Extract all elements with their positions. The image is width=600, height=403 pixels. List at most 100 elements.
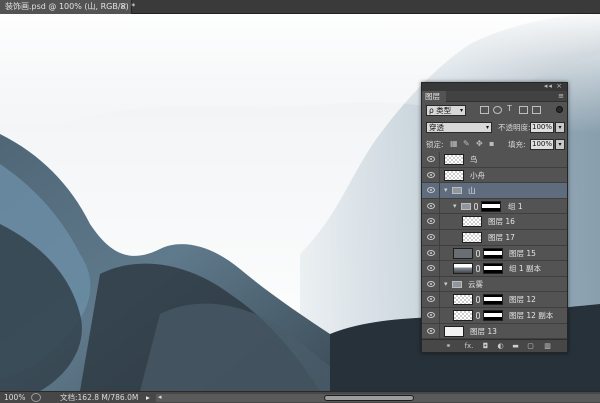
scrollbar-thumb[interactable] (324, 395, 414, 401)
layer-thumbnail[interactable] (453, 309, 473, 321)
adjustment-filter-icon[interactable] (493, 106, 502, 114)
eye-icon[interactable] (427, 249, 435, 256)
visibility-divider (439, 214, 440, 229)
layer-thumbnail[interactable] (453, 247, 473, 259)
status-info-icon[interactable] (31, 393, 41, 402)
lock-all-icon[interactable]: ▪ (489, 140, 497, 148)
layer-filter-row: ρ 类型 ▾ T (422, 102, 567, 119)
lock-paint-icon[interactable]: ✎ (463, 140, 471, 148)
mask-link-icon[interactable] (476, 296, 480, 304)
eye-icon[interactable] (427, 233, 435, 240)
eye-icon[interactable] (427, 311, 435, 318)
expand-toggle-icon[interactable]: ▾ (444, 280, 448, 288)
layer-mask-thumbnail[interactable] (483, 294, 503, 306)
expand-toggle-icon[interactable]: ▾ (444, 186, 448, 194)
opacity-slider-toggle[interactable]: ▾ (555, 122, 565, 133)
layer-mask-thumbnail[interactable] (483, 247, 503, 259)
opacity-input[interactable]: 100% (530, 122, 554, 133)
image-filter-icon[interactable] (480, 106, 489, 114)
document-tab[interactable]: 装饰画.psd @ 100% (山, RGB/8) * × (0, 0, 136, 14)
layer-thumbnail[interactable] (453, 263, 473, 275)
filter-kind-select[interactable]: ρ 类型 ▾ (426, 105, 466, 116)
blend-mode-value: 穿透 (429, 123, 444, 132)
lock-row: 锁定: ▦ ✎ ✥ ▪ 填充: 100% ▾ (422, 136, 567, 153)
status-menu-arrow-icon[interactable]: ▸ (146, 392, 150, 403)
layer-row[interactable]: ▾ 组 1 (422, 198, 567, 215)
opacity-label: 不透明度: (498, 123, 531, 132)
fx-icon[interactable]: fx. (462, 342, 476, 350)
lock-transparent-icon[interactable]: ▦ (450, 140, 458, 148)
folder-icon (452, 187, 462, 195)
visibility-divider (439, 183, 440, 198)
visibility-divider (439, 292, 440, 307)
panel-title-strip[interactable]: ◂◂ × (422, 82, 567, 91)
expand-toggle-icon[interactable]: ▾ (453, 202, 457, 210)
layer-row[interactable]: 图层 16 (422, 214, 567, 230)
layer-row[interactable]: ▾ 云雾 (422, 276, 567, 293)
fill-input[interactable]: 100% (530, 139, 554, 150)
layer-mask-thumbnail[interactable] (483, 309, 503, 321)
eye-icon[interactable] (427, 296, 435, 303)
new-layer-icon[interactable]: ▢ (526, 342, 535, 350)
eye-icon[interactable] (427, 327, 435, 334)
layer-row[interactable]: 组 1 副本 (422, 261, 567, 277)
eye-icon[interactable] (427, 265, 435, 272)
layer-name: 图层 17 (488, 232, 515, 242)
layer-thumbnail[interactable] (453, 294, 473, 306)
layer-row[interactable]: 图层 17 (422, 229, 567, 246)
panel-menu-icon[interactable]: ≡ (558, 91, 564, 102)
layer-row[interactable]: 图层 12 (422, 292, 567, 308)
layer-name: 鸟 (470, 155, 478, 164)
delete-layer-icon[interactable]: ▥ (543, 342, 552, 350)
zoom-level[interactable]: 100% (4, 392, 25, 403)
adjustment-layer-icon[interactable]: ◐ (496, 342, 505, 350)
blend-mode-select[interactable]: 穿透 ▾ (426, 122, 492, 133)
panel-collapse-close-icon[interactable]: ◂◂ × (544, 82, 563, 90)
layer-row[interactable]: 图层 12 副本 (422, 307, 567, 324)
eye-icon[interactable] (427, 171, 435, 178)
layer-thumbnail[interactable] (444, 154, 464, 165)
lock-move-icon[interactable]: ✥ (476, 140, 484, 148)
folder-icon (461, 202, 471, 210)
eye-icon[interactable] (427, 218, 435, 225)
new-group-icon[interactable]: ▬ (511, 342, 520, 350)
eye-icon[interactable] (427, 202, 435, 209)
layer-row[interactable]: 图层 15 (422, 245, 567, 262)
layer-name: 云雾 (468, 279, 483, 289)
mask-link-icon[interactable] (476, 249, 480, 257)
add-mask-icon[interactable]: ◘ (481, 342, 490, 350)
eye-icon[interactable] (427, 280, 435, 287)
visibility-divider (439, 198, 440, 214)
layer-name: 图层 12 (509, 295, 536, 305)
layer-row[interactable]: 鸟 (422, 152, 567, 168)
layer-row[interactable]: ▾ 山 (422, 183, 567, 199)
layer-thumbnail[interactable] (444, 325, 464, 337)
tab-layers[interactable]: 图层 (422, 91, 446, 102)
filter-toggle[interactable] (556, 106, 563, 113)
type-filter-icon[interactable]: T (507, 104, 516, 113)
layer-mask-thumbnail[interactable] (481, 200, 501, 212)
eye-icon[interactable] (427, 187, 435, 194)
visibility-divider (439, 229, 440, 245)
scroll-left-icon[interactable]: ◂ (158, 392, 162, 403)
mask-link-icon[interactable] (476, 311, 480, 319)
mask-link-icon[interactable] (476, 265, 480, 273)
layer-thumbnail[interactable] (444, 169, 464, 181)
layer-row[interactable]: 图层 13 (422, 323, 567, 339)
layer-row[interactable]: 小舟 (422, 167, 567, 184)
layers-panel: ◂◂ × 图层 ≡ ρ 类型 ▾ T 穿透 ▾ 不透明度: 100% ▾ 锁定:… (421, 82, 568, 353)
horizontal-scrollbar[interactable]: ◂ (156, 392, 600, 403)
lock-label: 锁定: (426, 140, 444, 149)
close-icon[interactable]: × (119, 0, 127, 14)
layer-thumbnail[interactable] (462, 216, 482, 228)
smart-object-filter-icon[interactable] (532, 106, 541, 114)
layer-thumbnail[interactable] (462, 231, 482, 243)
layer-mask-thumbnail[interactable] (483, 263, 503, 275)
visibility-divider (439, 323, 440, 339)
document-tab-title: 装饰画.psd @ 100% (山, RGB/8) * (5, 2, 136, 11)
fill-slider-toggle[interactable]: ▾ (555, 139, 565, 150)
link-layers-icon[interactable]: ⚭ (444, 342, 453, 350)
shape-filter-icon[interactable] (519, 106, 528, 114)
eye-icon[interactable] (427, 156, 435, 162)
mask-link-icon[interactable] (474, 202, 478, 210)
